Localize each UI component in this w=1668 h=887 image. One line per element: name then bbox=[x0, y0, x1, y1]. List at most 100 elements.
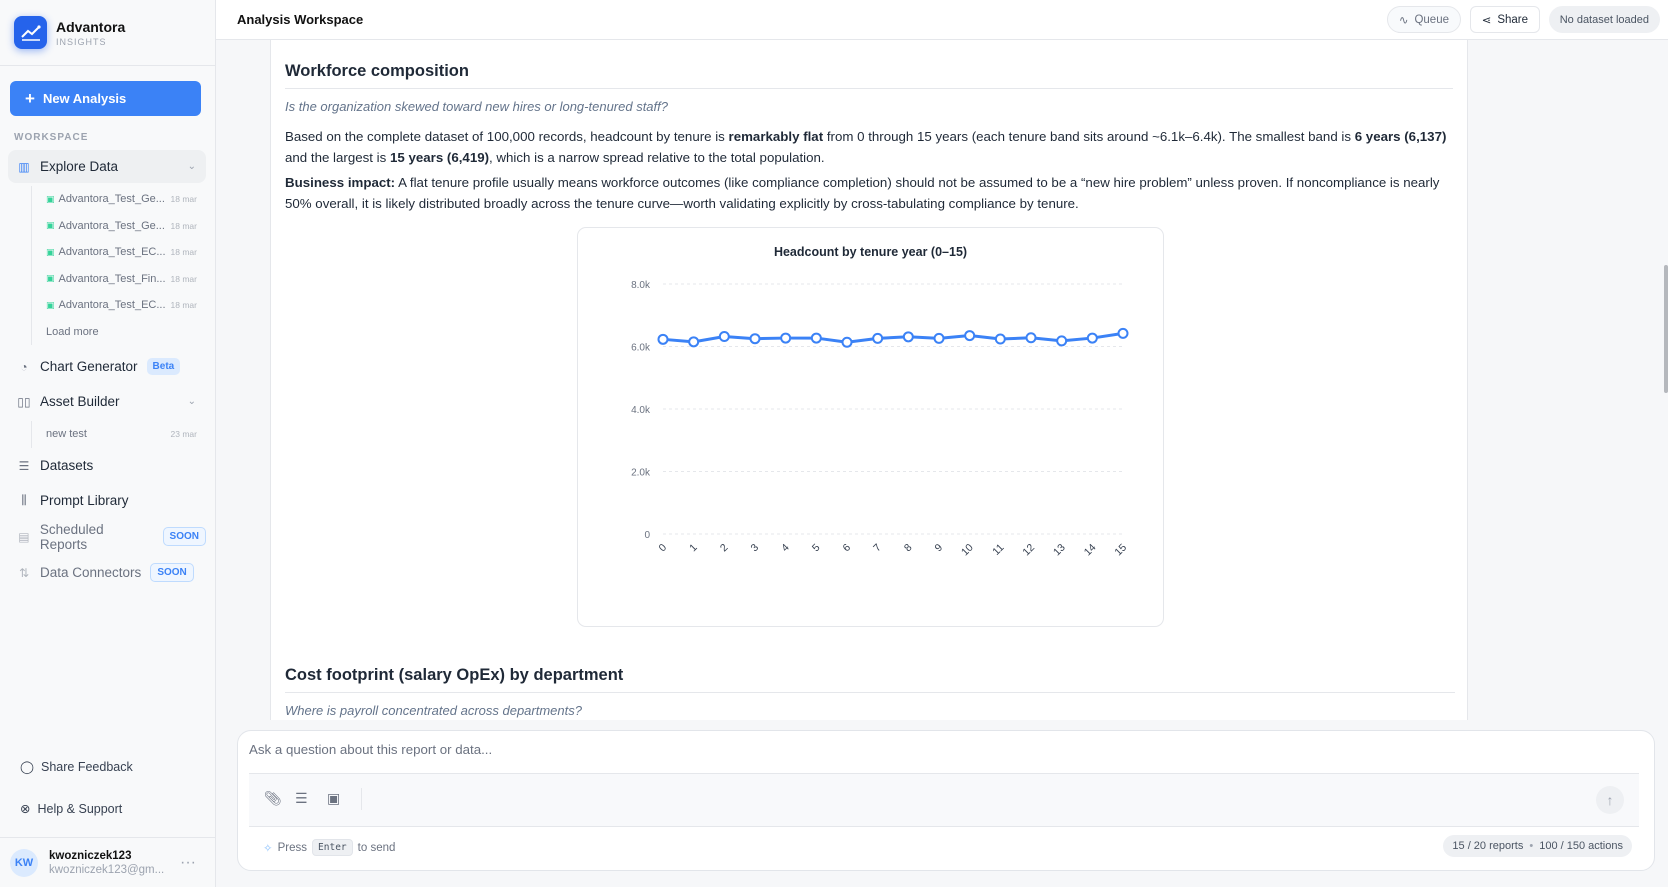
actions-usage: 100 / 150 actions bbox=[1539, 840, 1623, 852]
chevron-down-icon[interactable]: ⌄ bbox=[188, 396, 196, 407]
file-icon: ▣ bbox=[46, 273, 55, 284]
file-date: 18 mar bbox=[170, 300, 197, 311]
x-tick-label: 14 bbox=[1082, 542, 1099, 559]
section-title: Cost footprint (salary OpEx) by departme… bbox=[285, 666, 1455, 693]
bold-text: 6 years (6,137) bbox=[1354, 129, 1447, 144]
user-name: kwozniczek123 bbox=[49, 849, 132, 862]
page-title: Analysis Workspace bbox=[237, 12, 364, 27]
database-icon: ☰ bbox=[18, 458, 30, 473]
nav-label: Prompt Library bbox=[40, 493, 129, 508]
pie-chart-icon: ◔ bbox=[20, 359, 28, 374]
share-feedback-link[interactable]: ◯ Share Feedback bbox=[20, 759, 133, 775]
data-point bbox=[994, 333, 1006, 345]
hint-text: Press bbox=[277, 841, 308, 854]
asset-name: new test bbox=[46, 428, 87, 441]
file-date: 18 mar bbox=[170, 194, 197, 205]
more-options-icon[interactable]: ··· bbox=[180, 854, 196, 872]
data-point bbox=[657, 333, 669, 345]
dataset-status-badge: No dataset loaded bbox=[1548, 6, 1660, 33]
bar-chart-icon: ▥ bbox=[18, 159, 30, 174]
section-label: WORKSPACE bbox=[14, 132, 89, 143]
enter-key: Enter bbox=[312, 839, 353, 856]
sidebar-item-data-connectors[interactable]: ⇅ Data Connectors SOON bbox=[8, 556, 206, 589]
usage-quota: 15 / 20 reports • 100 / 150 actions bbox=[1443, 835, 1632, 857]
file-date: 18 mar bbox=[170, 247, 197, 258]
help-support-link[interactable]: ⊗ Help & Support bbox=[20, 801, 122, 817]
hint-text: to send bbox=[357, 841, 396, 854]
data-point bbox=[1086, 332, 1098, 344]
file-name: Advantora_Test_Ge... bbox=[58, 219, 165, 232]
data-point bbox=[810, 332, 822, 344]
file-item[interactable]: ▣ Advantora_Test_EC... 18 mar bbox=[32, 239, 201, 266]
x-tick-label: 4 bbox=[779, 542, 792, 555]
share-icon: ⋖ bbox=[1481, 14, 1492, 27]
plus-icon: + bbox=[25, 88, 35, 108]
data-point bbox=[933, 332, 945, 344]
scrollbar-thumb[interactable] bbox=[1664, 265, 1668, 393]
section-question: Where is payroll concentrated across dep… bbox=[285, 703, 582, 718]
database-icon[interactable]: ☰ bbox=[295, 790, 308, 807]
report-document: Workforce composition Is the organizatio… bbox=[270, 40, 1468, 720]
file-date: 18 mar bbox=[170, 220, 197, 231]
sidebar-item-explore-data[interactable]: ▥ Explore Data ⌄ bbox=[8, 150, 206, 183]
file-item[interactable]: ▣ Advantora_Test_Fin... 18 mar bbox=[32, 266, 201, 293]
soon-badge: SOON bbox=[162, 527, 206, 546]
file-item[interactable]: ▣ Advantora_Test_Ge... 18 mar bbox=[32, 213, 201, 240]
data-point bbox=[902, 331, 914, 343]
section-title: Workforce composition bbox=[285, 62, 1453, 89]
nav-label: Explore Data bbox=[40, 159, 119, 174]
sidebar-item-datasets[interactable]: ☰ Datasets bbox=[8, 449, 206, 482]
template-icon[interactable]: ▣ bbox=[327, 790, 340, 807]
top-header: Analysis Workspace ∿ Queue ⋖ Share No data… bbox=[216, 0, 1668, 40]
brand-name: Advantora bbox=[56, 18, 126, 35]
sidebar-item-prompt-library[interactable]: ⫼ Prompt Library bbox=[8, 484, 206, 517]
text-run: from 0 through 15 years (each tenure ban… bbox=[823, 129, 1355, 144]
data-point bbox=[688, 336, 700, 348]
share-button[interactable]: ⋖ Share bbox=[1469, 6, 1540, 33]
y-tick-label: 6.0k bbox=[631, 343, 651, 354]
data-point bbox=[1025, 332, 1037, 344]
new-analysis-button[interactable]: + New Analysis bbox=[10, 81, 201, 116]
data-point bbox=[749, 333, 761, 345]
file-item[interactable]: ▣ Advantora_Test_Ge... 18 mar bbox=[32, 186, 201, 213]
book-icon: ▯▯ bbox=[17, 394, 31, 409]
user-profile[interactable]: KW kwozniczek123 kwozniczek123@gm... ··· bbox=[0, 837, 216, 887]
text-run: , which is a narrow spread relative to t… bbox=[489, 150, 825, 165]
file-item[interactable]: ▣ Advantora_Test_EC... 18 mar bbox=[32, 292, 201, 319]
file-name: Advantora_Test_Fin... bbox=[58, 272, 166, 285]
file-name: Advantora_Test_EC... bbox=[58, 246, 166, 259]
scrollbar[interactable] bbox=[1662, 40, 1668, 720]
file-icon: ▣ bbox=[46, 193, 55, 204]
data-point bbox=[841, 336, 853, 348]
chevron-down-icon[interactable]: ⌄ bbox=[188, 161, 196, 172]
load-more-link[interactable]: Load more bbox=[32, 319, 201, 346]
file-icon: ▣ bbox=[46, 299, 55, 310]
library-icon: ⫼ bbox=[21, 493, 27, 507]
queue-button[interactable]: ∿ Queue bbox=[1386, 6, 1461, 33]
arrow-up-icon: ↑ bbox=[1606, 792, 1614, 808]
user-email: kwozniczek123@gm... bbox=[49, 863, 165, 876]
text-run: and the largest is bbox=[285, 150, 390, 165]
bold-text: remarkably flat bbox=[728, 129, 824, 144]
share-feedback-label: Share Feedback bbox=[41, 759, 133, 774]
asset-list: new test 23 mar bbox=[31, 421, 201, 448]
brand[interactable]: Advantora INSIGHTS bbox=[0, 0, 215, 66]
send-button[interactable]: ↑ bbox=[1596, 786, 1624, 814]
paragraph-summary: Based on the complete dataset of 100,000… bbox=[285, 126, 1453, 168]
sidebar-item-scheduled-reports[interactable]: ▤ Scheduled Reports SOON bbox=[8, 520, 206, 553]
sidebar-item-chart-generator[interactable]: ◔ Chart Generator Beta bbox=[8, 350, 206, 383]
asset-item[interactable]: new test 23 mar bbox=[32, 421, 201, 448]
x-tick-label: 5 bbox=[810, 542, 823, 555]
x-tick-label: 11 bbox=[990, 542, 1006, 558]
file-icon: ▣ bbox=[46, 220, 55, 231]
x-tick-label: 6 bbox=[841, 542, 854, 555]
sidebar-item-asset-builder[interactable]: ▯▯ Asset Builder ⌄ bbox=[8, 385, 206, 418]
nav-label: Asset Builder bbox=[40, 394, 120, 409]
x-tick-label: 2 bbox=[718, 542, 731, 555]
x-tick-label: 10 bbox=[959, 542, 976, 559]
paperclip-icon[interactable]: 📎︎ bbox=[264, 790, 282, 807]
nav-label: Chart Generator bbox=[40, 359, 138, 374]
y-tick-label: 8.0k bbox=[631, 280, 651, 291]
x-tick-label: 0 bbox=[657, 542, 670, 555]
question-input[interactable]: Ask a question about this report or data… bbox=[249, 742, 492, 757]
